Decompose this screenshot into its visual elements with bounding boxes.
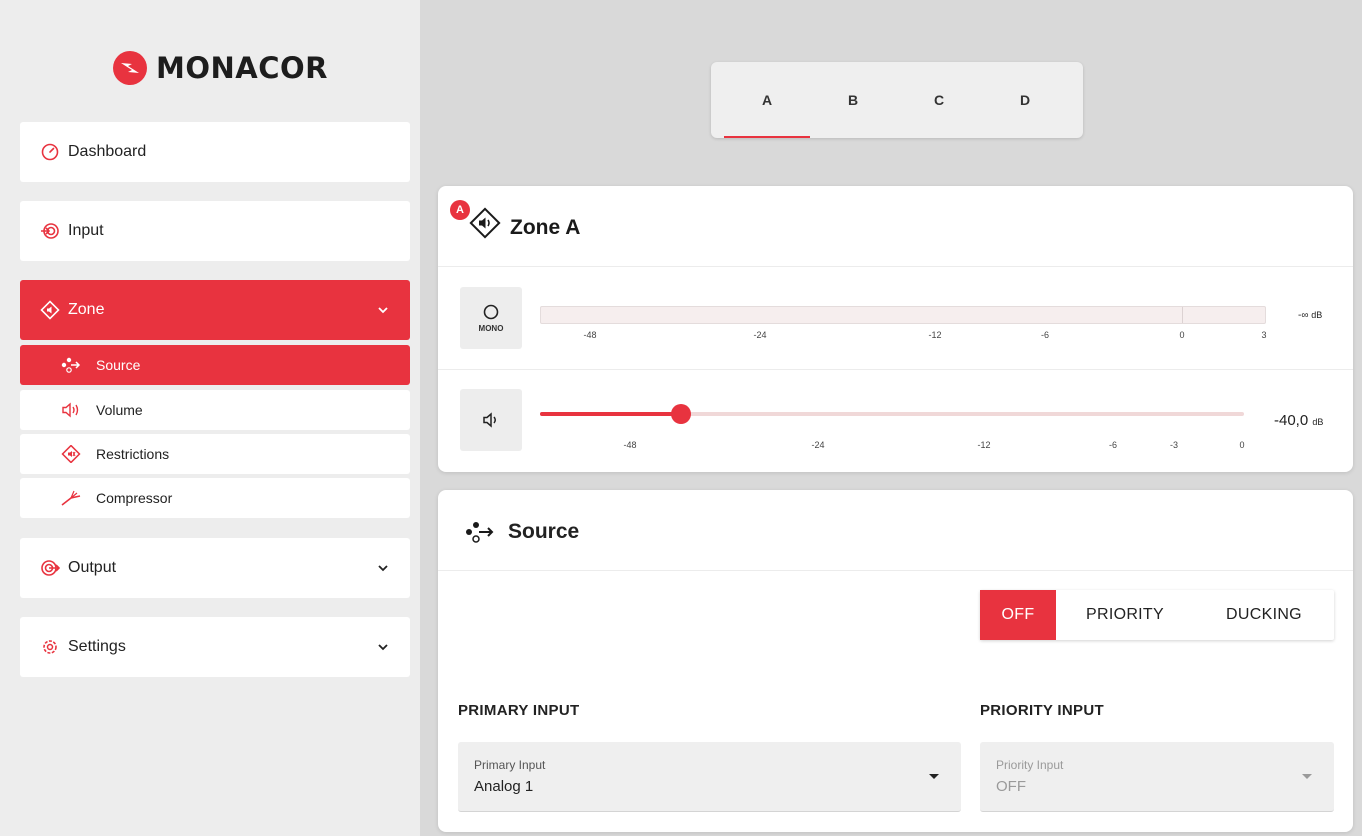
sidebar-subitem-restrictions[interactable]: Restrictions	[20, 434, 410, 474]
speaker-icon	[483, 412, 496, 428]
tab-zone-b[interactable]: B	[810, 62, 896, 138]
sidebar-item-label: Input	[68, 222, 104, 239]
zone-tabs: A B C D	[711, 62, 1083, 138]
meter-scale-label: -24	[753, 330, 767, 340]
priority-input-value: OFF	[996, 778, 1026, 795]
mode-off-button[interactable]: OFF	[980, 590, 1056, 640]
mode-ducking-button[interactable]: DUCKING	[1194, 590, 1334, 640]
input-icon	[40, 221, 60, 241]
volume-scale-label: -48	[623, 440, 637, 450]
meter-readout: -∞ dB	[1298, 310, 1322, 321]
meter-scale-label: -48	[583, 330, 597, 340]
mono-circle-icon	[483, 304, 499, 319]
volume-readout: -40,0 dB	[1274, 412, 1323, 429]
volume-scale-label: -24	[811, 440, 825, 450]
primary-input-value: Analog 1	[474, 778, 534, 795]
dropdown-caret-icon	[929, 774, 939, 779]
sidebar-item-output[interactable]: Output	[20, 538, 410, 598]
primary-input-heading: PRIMARY INPUT	[458, 702, 580, 719]
sidebar-item-label: Settings	[68, 638, 126, 655]
gauge-icon	[40, 142, 60, 162]
compressor-icon	[60, 489, 82, 507]
source-nodes-icon	[466, 522, 494, 543]
sidebar-subitem-volume[interactable]: Volume	[20, 390, 410, 430]
sidebar-subitem-label: Volume	[96, 402, 143, 418]
volume-scale-label: -12	[977, 440, 991, 450]
meter-scale-label: -12	[928, 330, 942, 340]
source-title: Source	[508, 520, 580, 543]
sidebar-item-label: Zone	[68, 301, 105, 318]
sidebar: MONACOR Dashboard Input Zone Source Volu…	[0, 0, 420, 836]
sidebar-item-settings[interactable]: Settings	[20, 617, 410, 677]
sidebar-subitem-label: Compressor	[96, 490, 173, 506]
meter-scale-label: -6	[1040, 330, 1050, 340]
tab-zone-c[interactable]: C	[896, 62, 982, 138]
sidebar-item-label: Dashboard	[68, 143, 147, 160]
meter-scale-label: 3	[1261, 330, 1267, 340]
speaker-icon	[60, 401, 82, 419]
source-mode-toggle: OFF PRIORITY DUCKING	[980, 590, 1334, 640]
divider	[438, 266, 1353, 267]
chevron-down-icon	[378, 644, 388, 651]
level-meter	[540, 306, 1266, 324]
tab-zone-d[interactable]: D	[982, 62, 1068, 138]
source-nodes-icon	[60, 356, 82, 374]
mode-priority-button[interactable]: PRIORITY	[1056, 590, 1194, 640]
tab-zone-a[interactable]: A	[724, 62, 810, 138]
gear-icon	[40, 637, 60, 657]
primary-input-label: Primary Input	[474, 758, 546, 772]
source-card: Source OFF PRIORITY DUCKING PRIMARY INPU…	[438, 490, 1353, 832]
volume-unit: dB	[1312, 417, 1324, 427]
divider	[438, 369, 1353, 370]
priority-input-heading: PRIORITY INPUT	[980, 702, 1104, 719]
brand-name: MONACOR	[156, 51, 328, 85]
volume-slider-thumb[interactable]	[670, 404, 691, 424]
zone-card: A Zone A MONO -48 -24 -12 -6 0 3 -∞ dB -…	[438, 186, 1353, 472]
sidebar-subitem-source[interactable]: Source	[20, 345, 410, 385]
volume-scale-label: 0	[1239, 440, 1245, 450]
sidebar-item-zone[interactable]: Zone	[20, 280, 410, 340]
priority-input-label: Priority Input	[996, 758, 1064, 772]
mono-label: MONO	[478, 323, 504, 333]
volume-scale-label: -3	[1169, 440, 1179, 450]
output-icon	[40, 558, 60, 578]
priority-input-select: Priority Input OFF	[980, 742, 1334, 812]
dropdown-caret-icon	[1302, 774, 1312, 779]
sidebar-subitem-label: Restrictions	[96, 446, 170, 462]
monacor-logo-icon	[113, 51, 147, 85]
sidebar-item-dashboard[interactable]: Dashboard	[20, 122, 410, 182]
brand-logo: MONACOR	[112, 50, 328, 86]
sidebar-subitem-label: Source	[96, 357, 141, 373]
primary-input-select[interactable]: Primary Input Analog 1	[458, 742, 961, 812]
meter-zero-mark	[1182, 307, 1183, 323]
sidebar-item-input[interactable]: Input	[20, 201, 410, 261]
volume-slider-track[interactable]	[540, 404, 1244, 424]
zone-speaker-icon	[469, 207, 501, 239]
mono-button[interactable]: MONO	[460, 287, 522, 349]
sidebar-item-label: Output	[68, 559, 117, 576]
meter-value: -∞	[1298, 310, 1309, 321]
zone-speaker-icon	[40, 300, 60, 320]
volume-scale-label: -6	[1108, 440, 1118, 450]
volume-slider-fill	[540, 412, 681, 416]
meter-scale-label: 0	[1179, 330, 1185, 340]
zone-title: Zone A	[510, 216, 581, 239]
volume-value: -40,0	[1274, 412, 1309, 429]
zone-badge: A	[450, 200, 470, 220]
chevron-down-icon	[378, 565, 388, 572]
meter-unit: dB	[1311, 310, 1323, 320]
chevron-down-icon	[378, 307, 388, 314]
sidebar-subitem-compressor[interactable]: Compressor	[20, 478, 410, 518]
mute-button[interactable]	[460, 389, 522, 451]
divider	[438, 570, 1353, 571]
restriction-icon	[60, 445, 82, 463]
